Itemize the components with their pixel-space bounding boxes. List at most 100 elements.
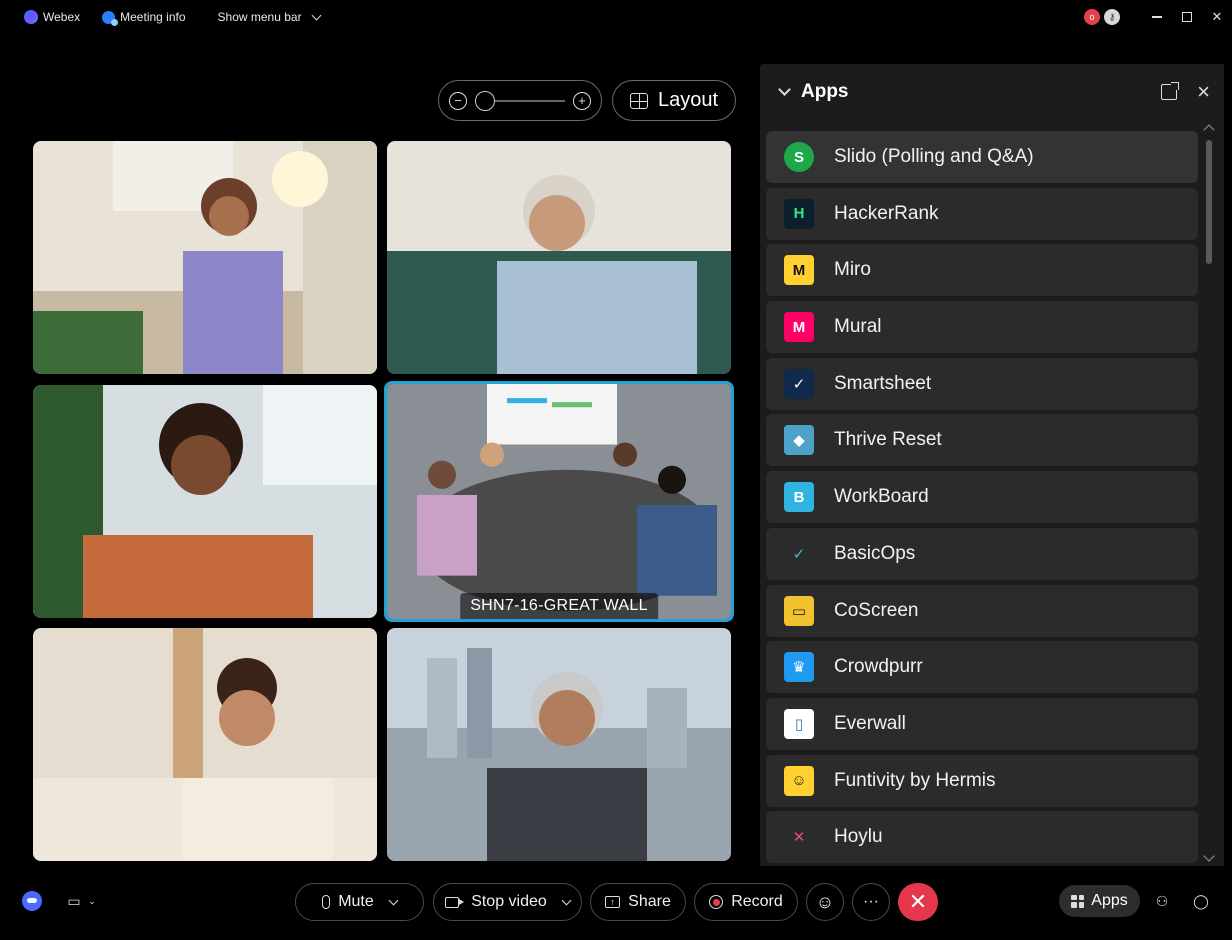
- app-list-item-label: Slido (Polling and Q&A): [834, 146, 1034, 167]
- video-tile-participant-6[interactable]: [387, 628, 731, 861]
- maximize-button[interactable]: [1172, 0, 1202, 34]
- close-window-button[interactable]: ✕: [1202, 0, 1232, 34]
- app-list-item[interactable]: ▯ Everwall: [766, 697, 1198, 750]
- app-list-item-label: Crowdpurr: [834, 656, 923, 678]
- video-tile-participant-3[interactable]: [33, 385, 377, 618]
- stop-video-button[interactable]: Stop video: [433, 883, 582, 921]
- app-list-item-label: WorkBoard: [834, 486, 929, 508]
- miro-icon: M: [784, 255, 814, 286]
- basicops-icon: ✓: [784, 538, 814, 569]
- app-list-item-label: HackerRank: [834, 202, 939, 224]
- app-list-item[interactable]: H HackerRank: [766, 187, 1198, 240]
- layout-label: Layout: [657, 89, 719, 111]
- participants-icon[interactable]: ⚇: [1154, 893, 1170, 909]
- end-call-icon: ✕: [908, 889, 928, 914]
- hackerrank-icon: H: [784, 198, 814, 229]
- microphone-icon: [322, 895, 331, 909]
- zoom-slider-handle[interactable]: [475, 90, 495, 111]
- more-icon: ···: [863, 893, 879, 910]
- scroll-down-arrow-icon[interactable]: [1203, 850, 1215, 862]
- apps-panel-title: Apps: [801, 81, 849, 102]
- zoom-in-icon[interactable]: +: [573, 91, 591, 110]
- scrollbar-thumb[interactable]: [1206, 140, 1212, 264]
- show-menu-bar-label: Show menu bar: [217, 10, 302, 24]
- webex-logo-icon: [24, 10, 38, 24]
- zoom-out-icon[interactable]: −: [449, 91, 467, 110]
- pop-out-icon[interactable]: [1161, 82, 1180, 100]
- video-tile-room-active[interactable]: SHN7-16-GREAT WALL: [384, 381, 734, 622]
- app-list-item[interactable]: ✓ BasicOps: [766, 527, 1198, 580]
- video-options-chevron-icon[interactable]: [561, 895, 572, 905]
- more-options-button[interactable]: ···: [852, 883, 890, 921]
- smartsheet-icon: ✓: [784, 368, 814, 399]
- apps-button-label: Apps: [1091, 892, 1128, 909]
- video-tile-participant-1[interactable]: [33, 141, 377, 374]
- share-label: Share: [628, 893, 671, 910]
- app-name: Webex: [43, 10, 81, 24]
- slido-icon: S: [784, 142, 814, 172]
- apps-button[interactable]: Apps: [1059, 885, 1140, 917]
- participant-name-label: SHN7-16-GREAT WALL: [460, 593, 658, 619]
- apps-scrollbar[interactable]: [1203, 122, 1215, 864]
- leave-meeting-button[interactable]: ✕: [898, 883, 938, 921]
- key-icon[interactable]: ⚷: [1104, 9, 1120, 25]
- minimize-button[interactable]: [1142, 0, 1172, 34]
- app-list-item[interactable]: ♛ Crowdpurr: [766, 641, 1198, 694]
- scroll-up-arrow-icon[interactable]: [1203, 124, 1215, 136]
- layout-grid-icon: [629, 92, 648, 109]
- app-list-item[interactable]: ✓ Smartsheet: [766, 357, 1198, 410]
- hoylu-icon: ✕: [784, 822, 814, 853]
- app-list-item-label: Smartsheet: [834, 372, 932, 394]
- mute-options-chevron-icon[interactable]: [388, 895, 399, 905]
- chevron-down-icon: [311, 10, 322, 20]
- app-list-item-label: CoScreen: [834, 599, 919, 621]
- app-list-item[interactable]: M Miro: [766, 244, 1198, 297]
- mural-icon: M: [784, 312, 814, 343]
- title-bar: Webex Meeting info Show menu bar o ⚷ ✕: [0, 0, 1232, 34]
- close-icon[interactable]: ×: [1197, 81, 1210, 103]
- app-list-item-label: Hoylu: [834, 826, 883, 848]
- app-list-item-label: Miro: [834, 259, 871, 281]
- apps-grid-icon: [1071, 894, 1085, 908]
- app-list-item[interactable]: ▭ CoScreen: [766, 584, 1198, 637]
- mute-button[interactable]: Mute: [295, 883, 424, 921]
- app-list-item[interactable]: ◆ Thrive Reset: [766, 414, 1198, 467]
- webex-menu[interactable]: Webex: [24, 10, 80, 24]
- app-list-item-label: Funtivity by Hermis: [834, 769, 996, 791]
- collapse-chevron-icon[interactable]: [778, 83, 791, 96]
- apps-list: S Slido (Polling and Q&A) H HackerRank M Miro…: [766, 131, 1198, 868]
- reactions-button[interactable]: ☺: [806, 883, 844, 921]
- app-list-item-label: Thrive Reset: [834, 429, 942, 451]
- app-list-item[interactable]: ✕ Hoylu: [766, 811, 1198, 864]
- zoom-slider[interactable]: [475, 90, 565, 111]
- app-list-item-label: Everwall: [834, 712, 906, 734]
- recording-badge[interactable]: o: [1084, 9, 1100, 25]
- apps-panel: Apps × S Slido (Polling and Q&A) H HackerRa…: [760, 64, 1224, 866]
- record-button[interactable]: Record: [694, 883, 798, 921]
- app-list-item-label: Mural: [834, 316, 882, 338]
- record-label: Record: [731, 893, 783, 910]
- crowdpurr-icon: ♛: [784, 652, 814, 683]
- share-button[interactable]: ↑ Share: [590, 883, 686, 921]
- meeting-controls: Mute Stop video ↑ Share Record ☺ ···: [0, 878, 1232, 926]
- video-tile-participant-2[interactable]: [387, 141, 731, 374]
- app-list-item-label: BasicOps: [834, 542, 916, 564]
- meeting-info-icon: [102, 10, 119, 26]
- video-tile-participant-5[interactable]: [33, 628, 377, 861]
- chat-icon[interactable]: ◯: [1193, 893, 1209, 909]
- app-list-item[interactable]: B WorkBoard: [766, 471, 1198, 524]
- app-list-item[interactable]: M Mural: [766, 301, 1198, 354]
- show-menu-bar-button[interactable]: Show menu bar: [217, 10, 322, 24]
- workboard-icon: B: [784, 482, 814, 513]
- thrive-reset-icon: ◆: [784, 425, 814, 456]
- funtivity-icon: ☺: [784, 765, 814, 796]
- record-icon: [709, 895, 724, 909]
- layout-button[interactable]: Layout: [612, 80, 736, 121]
- zoom-control: − +: [438, 80, 602, 121]
- app-list-item[interactable]: S Slido (Polling and Q&A): [766, 131, 1198, 183]
- share-screen-icon: ↑: [605, 896, 621, 908]
- meeting-info-button[interactable]: Meeting info: [102, 10, 186, 26]
- meeting-info-label: Meeting info: [120, 10, 186, 24]
- mute-label: Mute: [338, 893, 374, 910]
- app-list-item[interactable]: ☺ Funtivity by Hermis: [766, 754, 1198, 807]
